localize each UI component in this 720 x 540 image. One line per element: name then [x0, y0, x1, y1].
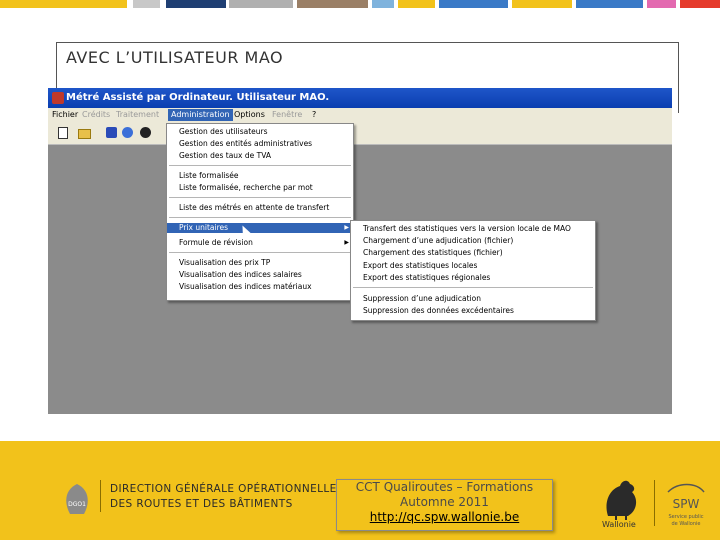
globe-icon[interactable]: [140, 127, 151, 138]
submenu-item[interactable]: Chargement des statistiques (fichier): [351, 248, 595, 258]
footer-divider: [100, 480, 101, 512]
app-screenshot: Métré Assisté par Ordinateur. Utilisateu…: [48, 88, 672, 414]
submenu-arrow-icon: ▶: [344, 239, 349, 246]
refresh-icon[interactable]: [122, 127, 133, 138]
menu-item[interactable]: Gestion des taux de TVA: [167, 151, 353, 161]
spw-label: SPW: [673, 497, 700, 511]
spw-logo-icon: SPW Service public de Wallonie: [667, 483, 705, 527]
window-titlebar: Métré Assisté par Ordinateur. Utilisateu…: [48, 88, 672, 108]
org-line-2: DES ROUTES ET DES BÂTIMENTS: [110, 498, 293, 510]
open-folder-icon[interactable]: [78, 129, 91, 139]
submenu-item[interactable]: Export des statistiques régionales: [351, 273, 595, 283]
spw-subtitle-1: Service public: [668, 514, 703, 520]
menu-fichier[interactable]: Fichier: [52, 110, 78, 119]
top-color-strip: [0, 0, 720, 8]
dgo1-logo-icon: DGO1: [66, 484, 88, 514]
wallonie-label: Wallonie: [602, 520, 636, 529]
slide-title: AVEC L’UTILISATEUR MAO: [66, 48, 284, 67]
menu-item[interactable]: Visualisation des prix TP: [167, 258, 353, 268]
submenu-item[interactable]: Suppression des données excédentaires: [351, 306, 595, 316]
menu-item[interactable]: Liste formalisée, recherche par mot: [167, 183, 353, 193]
submenu-item[interactable]: Chargement d’une adjudication (fichier): [351, 236, 595, 246]
new-document-icon[interactable]: [58, 127, 68, 139]
cct-line-1: CCT Qualiroutes – Formations: [355, 480, 534, 494]
org-line-1: DIRECTION GÉNÉRALE OPÉRATIONNELLE: [110, 483, 337, 495]
spw-subtitle-2: de Wallonie: [672, 521, 701, 527]
submenu-item[interactable]: Suppression d’une adjudication: [351, 294, 595, 304]
administration-menu: Gestion des utilisateurs Gestion des ent…: [166, 123, 354, 301]
toolbar: [48, 122, 672, 145]
cct-box: CCT Qualiroutes – Formations Automne 201…: [336, 479, 553, 531]
menu-help[interactable]: ?: [312, 110, 316, 119]
organization-name: DIRECTION GÉNÉRALE OPÉRATIONNELLE DES RO…: [110, 482, 337, 512]
menu-traitement[interactable]: Traitement: [116, 110, 159, 119]
submenu-arrow-icon: ▶: [344, 224, 349, 231]
window-title: Métré Assisté par Ordinateur. Utilisateu…: [66, 92, 330, 103]
menu-item-prix-unitaires[interactable]: Prix unitaires ▶: [167, 223, 353, 233]
cct-url-link[interactable]: http://qc.spw.wallonie.be: [337, 510, 552, 525]
menu-item[interactable]: Visualisation des indices matériaux: [167, 282, 353, 292]
menu-item[interactable]: Liste des métrés en attente de transfert: [167, 203, 353, 213]
menu-options[interactable]: Options: [234, 110, 265, 119]
prix-unitaires-submenu: Transfert des statistiques vers la versi…: [350, 220, 596, 321]
menu-separator: [169, 217, 351, 218]
menu-separator: [169, 252, 351, 253]
save-icon[interactable]: [106, 127, 117, 138]
submenu-item[interactable]: Export des statistiques locales: [351, 261, 595, 271]
menu-separator: [353, 287, 593, 288]
menu-item[interactable]: Visualisation des indices salaires: [167, 270, 353, 280]
app-icon: [52, 92, 64, 104]
menu-administration[interactable]: Administration: [168, 109, 233, 121]
menu-separator: [169, 165, 351, 166]
menu-fenetre[interactable]: Fenêtre: [272, 110, 302, 119]
menu-item[interactable]: Liste formalisée: [167, 171, 353, 181]
menubar: Fichier Crédits Traitement Administratio…: [48, 108, 672, 122]
submenu-item[interactable]: Transfert des statistiques vers la versi…: [351, 224, 595, 234]
menu-item[interactable]: Gestion des utilisateurs: [167, 127, 353, 137]
footer-divider-right: [654, 480, 655, 526]
logo-label: DGO1: [68, 501, 86, 508]
menu-item[interactable]: Gestion des entités administratives: [167, 139, 353, 149]
menu-credits[interactable]: Crédits: [82, 110, 110, 119]
cct-line-2: Automne 2011: [400, 495, 489, 509]
menu-item[interactable]: Formule de révision ▶: [167, 238, 353, 248]
menu-separator: [169, 197, 351, 198]
